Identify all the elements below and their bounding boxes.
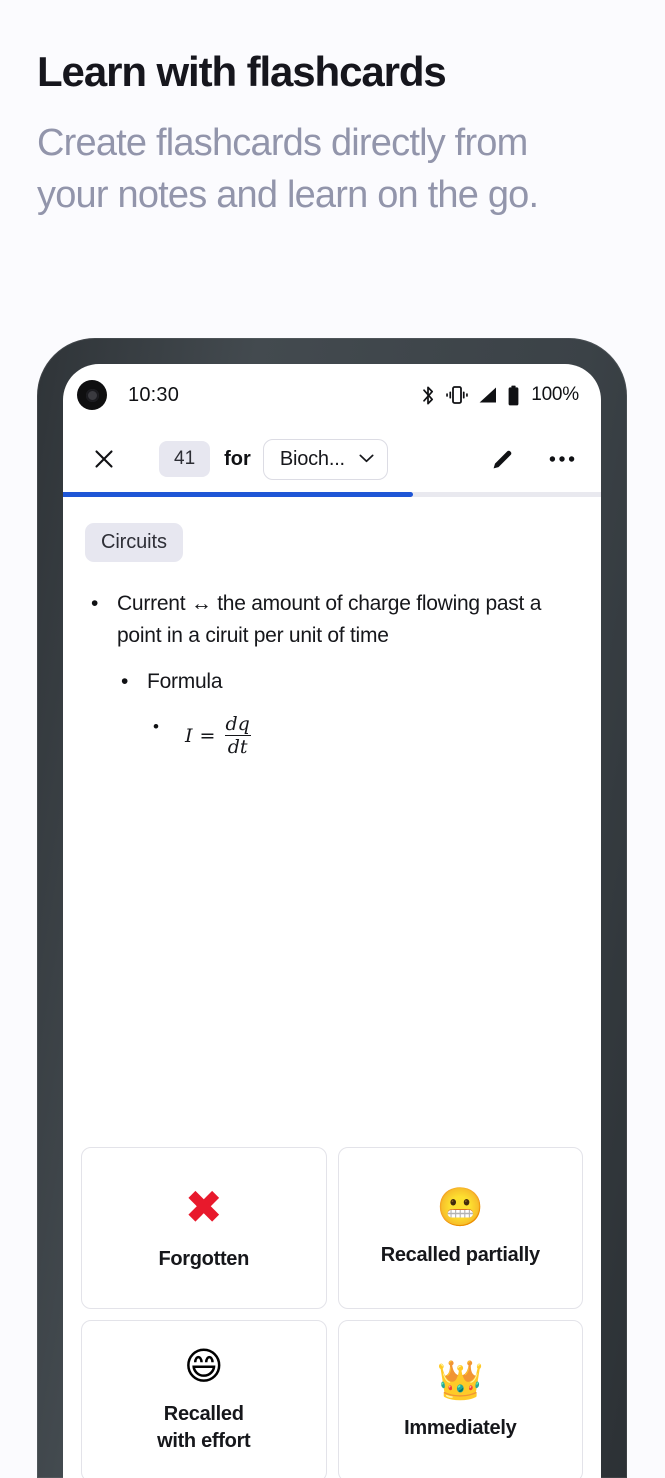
formula-numerator: dq [225, 712, 250, 735]
camera-hole-icon [77, 380, 107, 410]
bullet-marker: • [153, 716, 159, 736]
bullet-level-3-formula: • I = dq dt [153, 714, 581, 758]
answer-label: Immediately [404, 1416, 517, 1439]
promo-header: Learn with flashcards Create flashcards … [37, 48, 617, 221]
bullet-text: Formula [147, 669, 223, 693]
math-formula: I = dq dt [179, 714, 253, 758]
bullet-level-2: • Formula [121, 666, 581, 698]
answer-label: Recalled with effort [157, 1403, 251, 1452]
bullet-level-1: • Current ↔ the amount of charge flowing… [91, 588, 581, 652]
formula-lhs: I [185, 724, 193, 747]
battery-percentage: 100% [531, 384, 579, 405]
pencil-icon[interactable] [481, 438, 523, 480]
status-indicators: 100% [421, 384, 579, 406]
answer-button-recalled-with-effort[interactable]: 😄 Recalled with effort [81, 1320, 327, 1478]
for-label: for [224, 447, 251, 470]
more-options-icon[interactable] [541, 438, 583, 480]
bluetooth-icon [421, 385, 436, 406]
page-subtitle: Create flashcards directly from your not… [37, 122, 539, 217]
status-bar: 10:30 100% [63, 364, 601, 426]
deck-selector-dropdown[interactable]: Bioch... [262, 438, 388, 480]
answer-label: Recalled partially [380, 1243, 540, 1266]
grimacing-face-icon: 😬 [436, 1184, 484, 1229]
flashcard-content: Circuits • Current ↔ the amount of charg… [63, 497, 601, 758]
bullet-marker: • [121, 669, 129, 693]
formula-fraction: dq dt [222, 714, 252, 758]
page-title: Learn with flashcards [37, 48, 447, 95]
card-count-badge[interactable]: 41 [159, 441, 211, 477]
answer-button-immediately[interactable]: 👑 Immediately [337, 1320, 583, 1478]
signal-icon [478, 386, 498, 404]
close-icon[interactable] [83, 438, 125, 480]
formula-relation: = [199, 724, 216, 747]
phone-screen: 10:30 100% 41 for Bioch... Circuits • Cu… [63, 364, 601, 1478]
chevron-down-icon [359, 450, 374, 468]
answer-button-forgotten[interactable]: ✖ Forgotten [81, 1147, 327, 1309]
grinning-face-icon: 😄 [183, 1344, 224, 1389]
answer-button-recalled-partially[interactable]: 😬 Recalled partially [337, 1147, 583, 1309]
bullet-marker: • [91, 592, 99, 615]
answer-grid: ✖ Forgotten 😬 Recalled partially 😄 Recal… [63, 1147, 601, 1478]
status-clock: 10:30 [128, 383, 180, 406]
battery-icon [507, 385, 520, 406]
flashcard-toolbar: 41 for Bioch... [63, 426, 601, 492]
topic-chip[interactable]: Circuits [85, 523, 183, 562]
formula-denominator: dt [224, 735, 251, 758]
bullet-text: Current ↔ the amount of charge flowing p… [117, 592, 542, 647]
crown-icon: 👑 [436, 1357, 484, 1402]
deck-name-label: Bioch... [279, 447, 345, 470]
vibrate-icon [445, 385, 469, 405]
red-cross-mark-icon: ✖ [184, 1179, 224, 1234]
answer-label: Forgotten [158, 1247, 250, 1270]
note-content: • Current ↔ the amount of charge flowing… [85, 588, 581, 758]
phone-frame: 10:30 100% 41 for Bioch... Circuits • Cu… [37, 338, 627, 1478]
